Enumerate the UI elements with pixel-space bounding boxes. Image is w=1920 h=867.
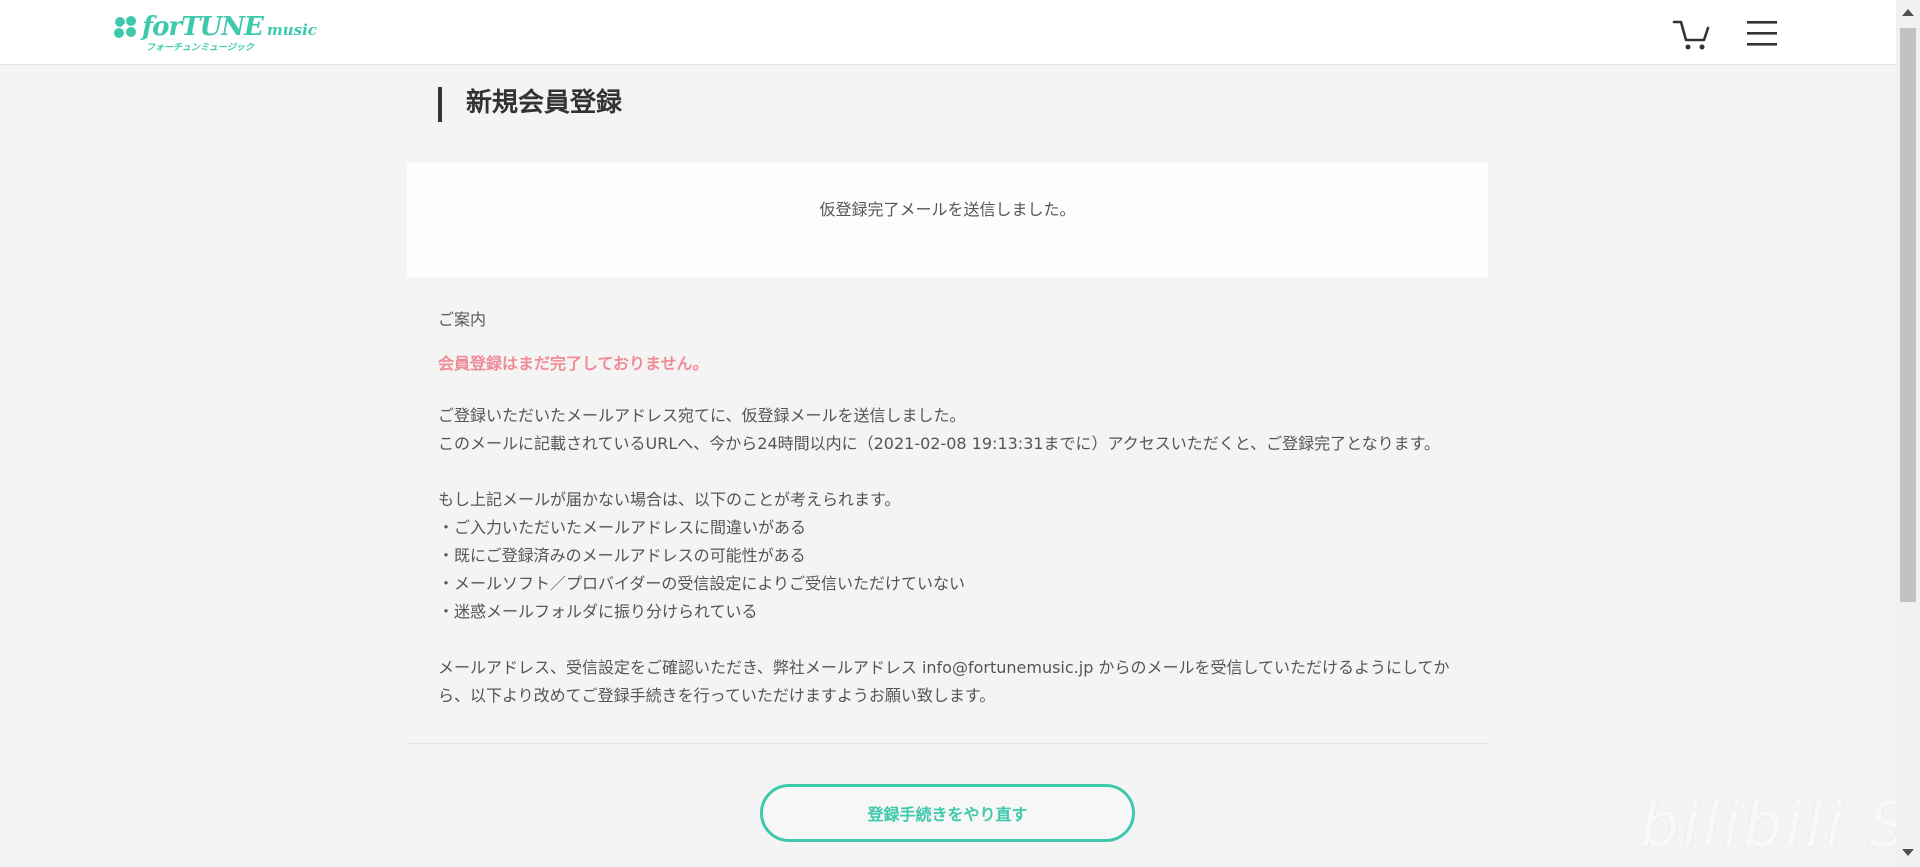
notice-text: 仮登録完了メールを送信しました。 bbox=[819, 200, 1076, 219]
logo-wordmark: forTUNE music bbox=[142, 12, 317, 42]
logo-subtitle: フォーチュンミュージック bbox=[146, 43, 254, 53]
logo-main-text: forTUNE bbox=[142, 12, 264, 42]
page-title: 新規会員登録 bbox=[466, 88, 623, 118]
clover-icon bbox=[114, 16, 136, 38]
reason-list-item: ・ご入力いただいたメールアドレスに間違いがある bbox=[438, 518, 807, 537]
guide-heading: ご案内 bbox=[438, 310, 487, 329]
guide-section: ご案内 会員登録はまだ完了しておりません。 ご登録いただいたメールアドレス宛てに… bbox=[438, 306, 1468, 738]
guide-text-line: もし上記メールが届かない場合は、以下のことが考えられます。 bbox=[438, 490, 901, 509]
scrollbar-thumb[interactable] bbox=[1900, 28, 1916, 602]
guide-paragraph-1: ご登録いただいたメールアドレス宛てに、仮登録メールを送信しました。 このメールに… bbox=[438, 402, 1468, 458]
scroll-up-arrow-icon[interactable] bbox=[1902, 9, 1914, 16]
reason-list-item: ・迷惑メールフォルダに振り分けられている bbox=[438, 602, 758, 621]
section-divider bbox=[407, 743, 1488, 744]
guide-text-line: メールアドレス、受信設定をご確認いただき、弊社メールアドレス info@fort… bbox=[438, 658, 1450, 677]
retry-registration-button[interactable]: 登録手続きをやり直す bbox=[760, 784, 1135, 842]
page-title-block: 新規会員登録 bbox=[438, 87, 622, 122]
vertical-scrollbar[interactable] bbox=[1896, 0, 1920, 867]
reason-list-item: ・既にご登録済みのメールアドレスの可能性がある bbox=[438, 546, 806, 565]
notice-box: 仮登録完了メールを送信しました。 bbox=[407, 163, 1488, 278]
reason-list-item: ・メールソフト／プロバイダーの受信設定によりご受信いただけていない bbox=[438, 574, 966, 593]
guide-text-line: ら、以下より改めてご登録手続きを行っていただけますようお願い致します。 bbox=[438, 686, 996, 705]
hamburger-menu-icon[interactable] bbox=[1745, 17, 1781, 51]
site-header: forTUNE music フォーチュンミュージック bbox=[0, 0, 1896, 65]
guide-text-line: このメールに記載されているURLへ、今から24時間以内に（2021-02-08 … bbox=[438, 434, 1441, 453]
guide-paragraph-3: メールアドレス、受信設定をご確認いただき、弊社メールアドレス info@fort… bbox=[438, 654, 1468, 710]
scroll-down-arrow-icon[interactable] bbox=[1902, 849, 1914, 856]
fortune-music-logo[interactable]: forTUNE music フォーチュンミュージック bbox=[112, 12, 317, 56]
watermark: bilibili SOV bbox=[1640, 788, 1920, 861]
guide-text-line: ご登録いただいたメールアドレス宛てに、仮登録メールを送信しました。 bbox=[438, 406, 966, 425]
guide-paragraph-2: もし上記メールが届かない場合は、以下のことが考えられます。 ・ご入力いただいたメ… bbox=[438, 486, 1468, 626]
logo-music-text: music bbox=[266, 21, 317, 39]
warning-message: 会員登録はまだ完了しておりません。 bbox=[438, 354, 709, 373]
cart-icon[interactable] bbox=[1672, 18, 1712, 52]
